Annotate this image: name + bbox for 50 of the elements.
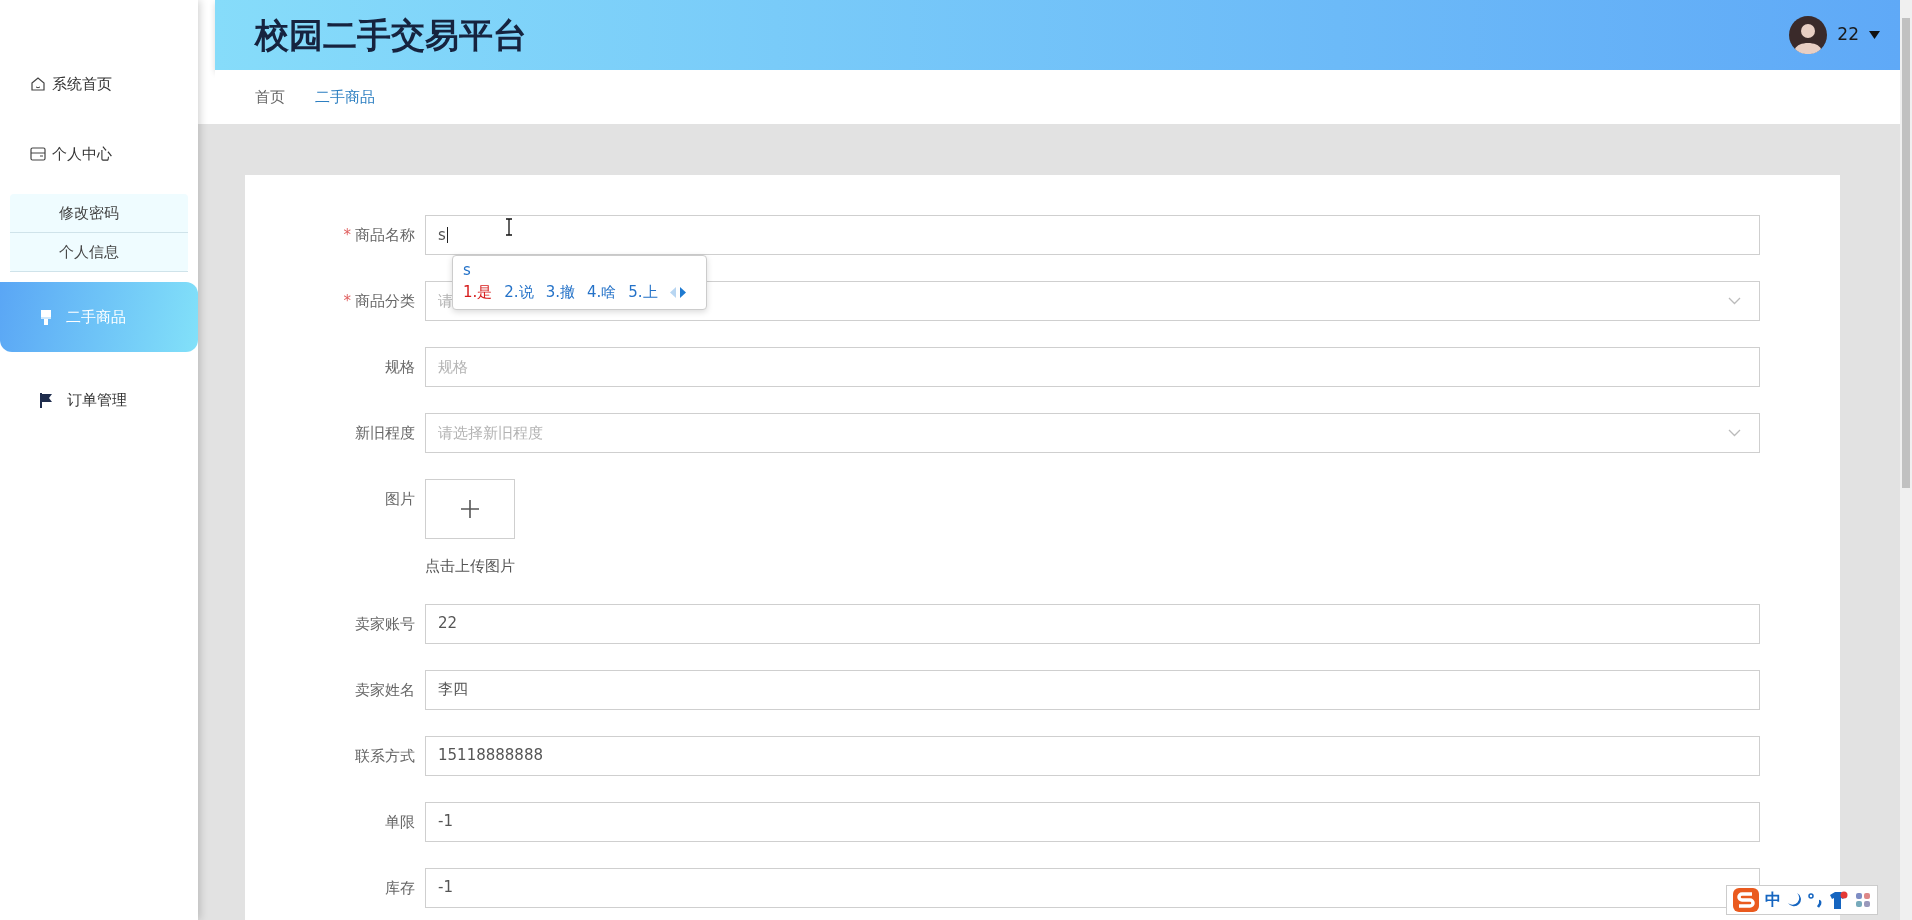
app-title: 校园二手交易平台 [255,14,527,56]
field-label: 图片 [385,490,415,508]
scrollbar[interactable] [1900,0,1912,920]
field-label: 联系方式 [355,746,415,765]
input-field[interactable]: 15118888888 [425,735,1760,776]
input-field[interactable]: 李四 [425,669,1760,710]
grid-icon[interactable] [1855,892,1871,908]
user-name[interactable]: 22 [1837,22,1859,48]
ime-candidate[interactable]: 2.说 [504,281,534,304]
submenu-item[interactable]: 个人信息 [10,233,188,272]
chevron-down-icon [1728,429,1741,437]
input-field[interactable]: -1 [425,801,1760,842]
chevron-down-icon [1728,297,1741,305]
field-label: * 商品名称 [343,226,415,244]
ime-candidate[interactable]: 1.是 [463,281,493,304]
sidebar-item[interactable]: 系统首页 [0,62,198,106]
card-icon [30,147,46,161]
caret-icon[interactable] [1869,31,1880,39]
ime-candidate[interactable]: 4.啥 [586,281,617,304]
submenu-item[interactable]: 修改密码 [10,194,188,233]
ime-logo-icon[interactable] [1733,888,1759,912]
punctuation-icon[interactable] [1807,892,1823,908]
ime-mode-toggle[interactable]: 中 [1765,888,1781,912]
field-label: 规格 [385,358,415,376]
avatar[interactable] [1789,16,1828,54]
input-field[interactable]: -1 [425,867,1760,908]
shirt-icon[interactable] [1829,891,1849,909]
ime-candidate[interactable]: 5.上 [628,281,658,304]
ime-composition: s [463,260,472,281]
breadcrumb-link[interactable]: 首页 [255,85,285,109]
home-icon [30,76,46,92]
field-label: 库存 [385,878,415,897]
brush-icon [40,309,52,325]
field-label: * 商品分类 [343,292,415,310]
flag-icon [40,392,53,408]
page-arrows-icon[interactable] [669,286,686,298]
field-label: 卖家账号 [355,614,415,633]
sidebar-item[interactable]: 个人中心 [0,132,198,176]
input-field[interactable]: 22 [425,603,1760,644]
field-label: 单限 [385,812,415,831]
upload-hint: 点击上传图片 [425,556,515,577]
input-field[interactable]: s [425,215,1760,255]
field-label: 新旧程度 [355,424,415,442]
moon-icon[interactable] [1787,892,1801,908]
plus-icon [461,500,479,518]
sidebar-item[interactable]: 订单管理 [0,378,198,422]
breadcrumb-link[interactable]: 二手商品 [315,85,375,109]
field-label: 卖家姓名 [355,680,415,699]
text-cursor-icon [505,218,513,236]
ime-candidate[interactable]: 3.撤 [545,281,575,304]
